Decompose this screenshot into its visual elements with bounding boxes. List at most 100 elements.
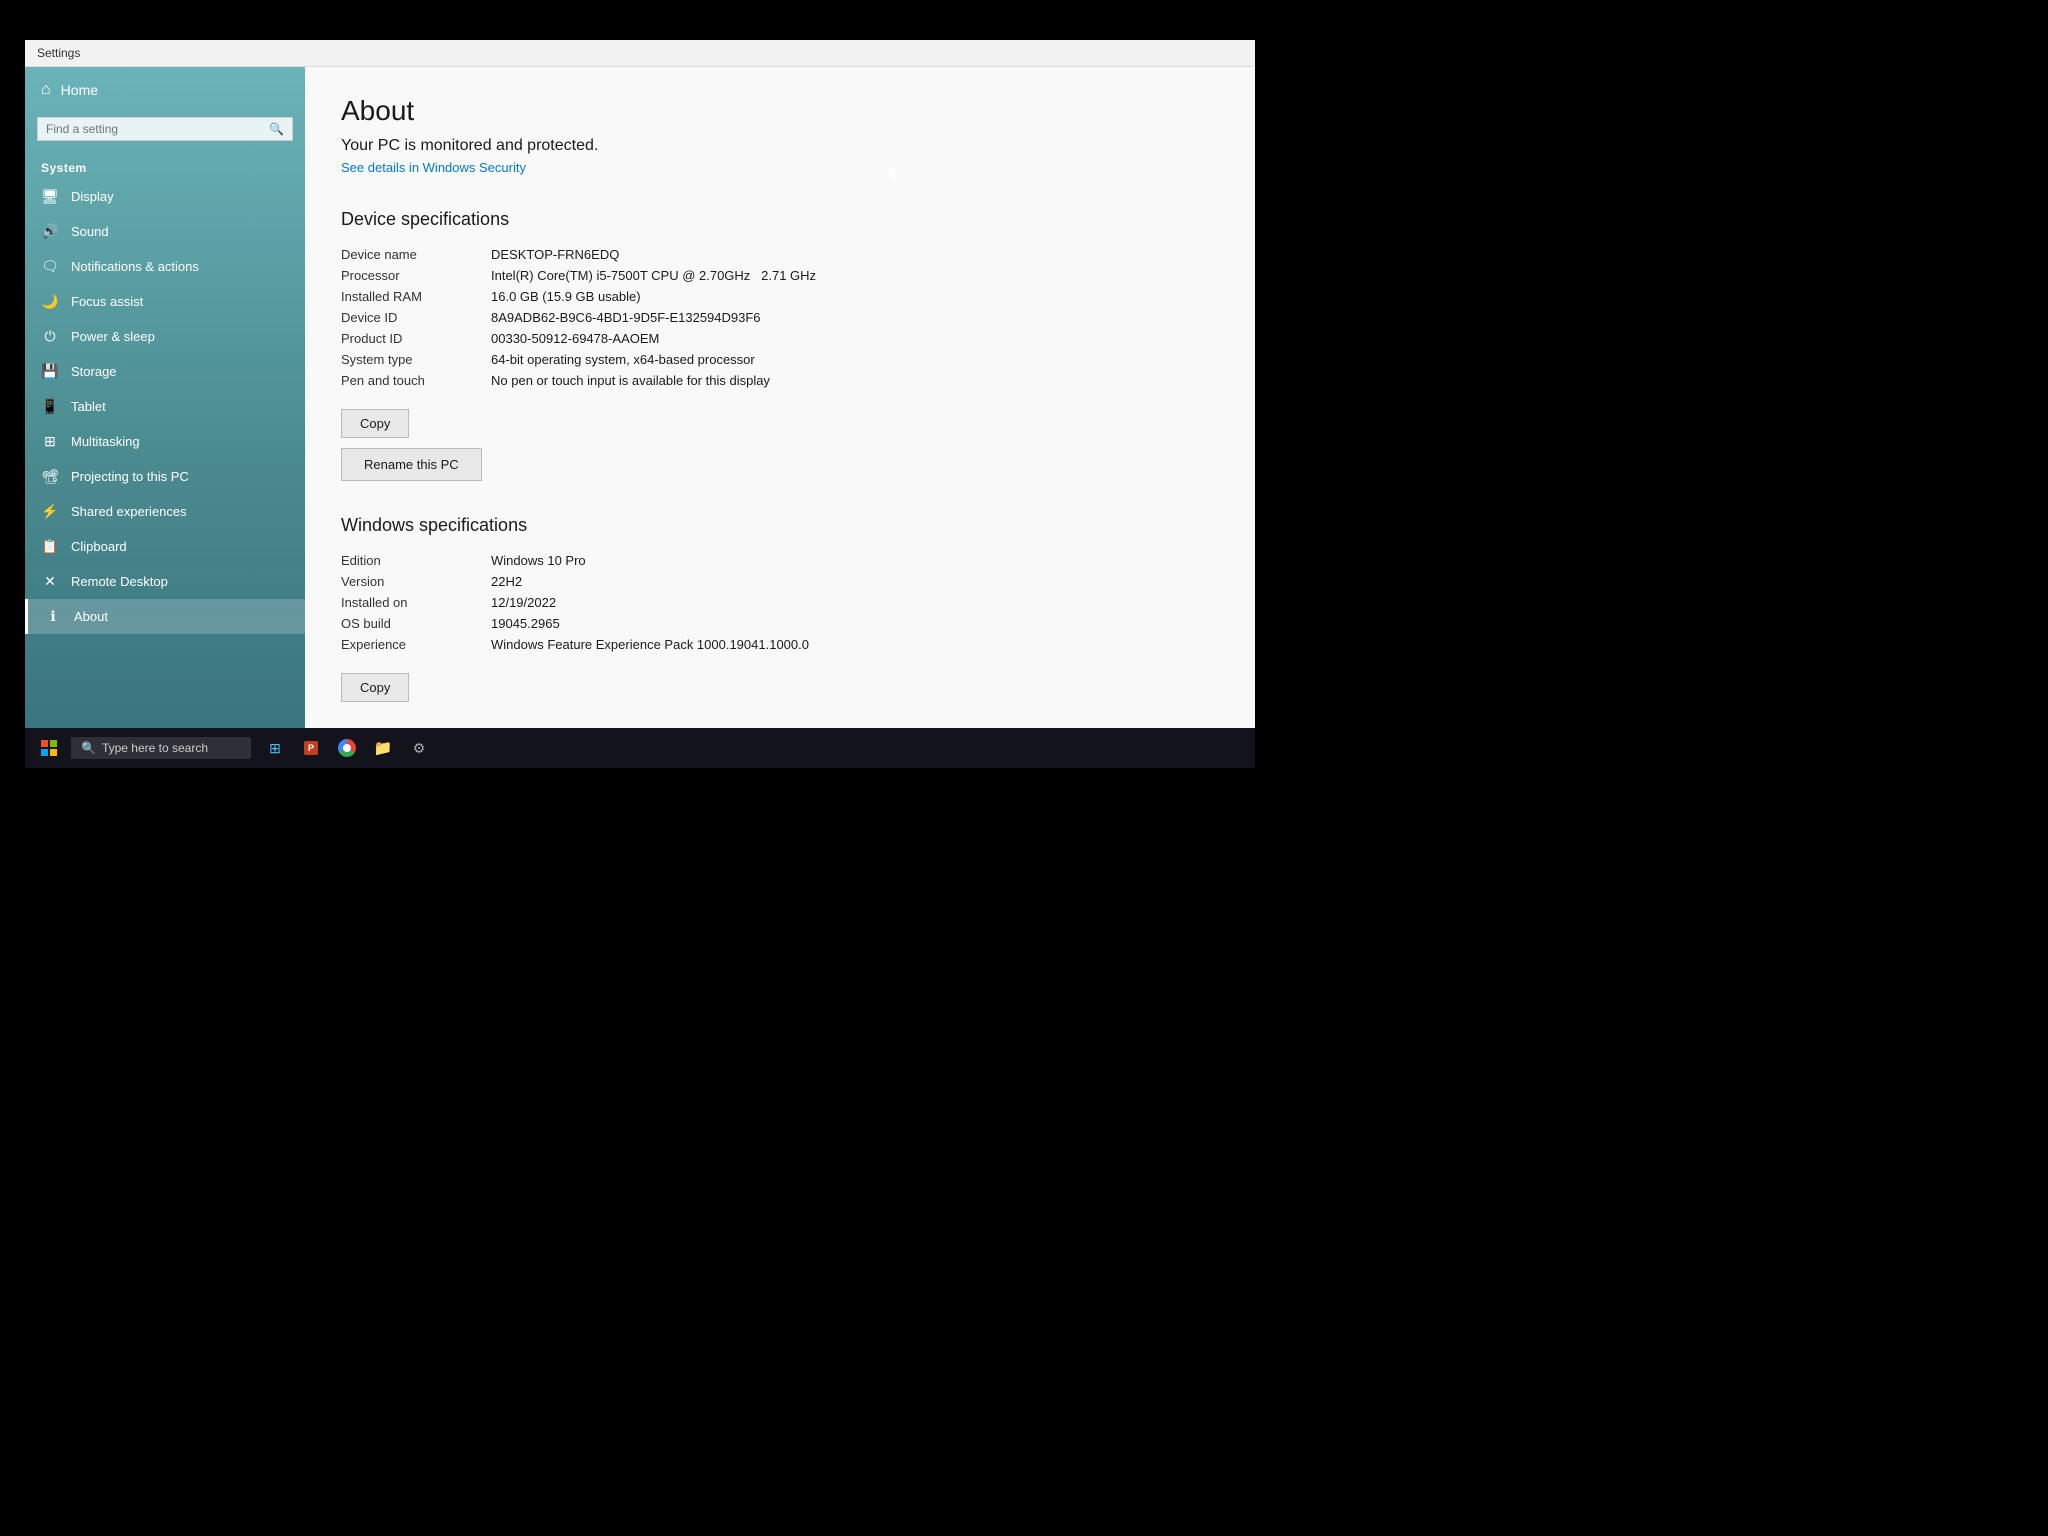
windows-specs-table: Edition Windows 10 Pro Version 22H2 Inst… [341, 550, 1219, 655]
spec-row-system-type: System type 64-bit operating system, x64… [341, 349, 1219, 370]
taskmgr-icon: ⊞ [269, 740, 281, 757]
taskbar-search-icon: 🔍 [81, 741, 96, 755]
spec-label: Experience [341, 637, 491, 652]
spec-value: 64-bit operating system, x64-based proce… [491, 352, 1219, 367]
sidebar-item-label: Display [71, 189, 114, 204]
title-bar: Settings [25, 40, 1255, 67]
sidebar-item-label: Tablet [71, 399, 106, 414]
security-link[interactable]: See details in Windows Security [341, 160, 526, 175]
copy-button-2[interactable]: Copy [341, 673, 409, 702]
spec-value: 12/19/2022 [491, 595, 1219, 610]
spec-label: Device name [341, 247, 491, 262]
taskbar-app-taskmgr[interactable]: ⊞ [259, 732, 291, 764]
device-specs-table: Device name DESKTOP-FRN6EDQ Processor In… [341, 244, 1219, 391]
sidebar-item-label: Sound [71, 224, 109, 239]
home-icon: ⌂ [41, 81, 51, 99]
taskbar-app-powerpoint[interactable]: P [295, 732, 327, 764]
powerpoint-icon: P [304, 741, 318, 755]
sidebar-item-label: Focus assist [71, 294, 143, 309]
protected-text: Your PC is monitored and protected. [341, 137, 1219, 155]
sidebar-item-label: Remote Desktop [71, 574, 168, 589]
sidebar-item-display[interactable]: 🖥 Display [25, 179, 305, 214]
sidebar-search-box[interactable]: 🔍 [37, 117, 293, 141]
title-bar-label: Settings [37, 46, 80, 60]
projecting-icon: 📽 [41, 468, 59, 485]
taskbar-search[interactable]: 🔍 Type here to search [71, 737, 251, 759]
sidebar: ⌂ Home 🔍 System 🖥 Display 🔊 Sound 🗨 N [25, 67, 305, 728]
spec-row-product-id: Product ID 00330-50912-69478-AAOEM [341, 328, 1219, 349]
sidebar-item-notifications[interactable]: 🗨 Notifications & actions [25, 249, 305, 284]
sidebar-item-label: Storage [71, 364, 117, 379]
start-button[interactable] [33, 732, 65, 764]
spec-label: OS build [341, 616, 491, 631]
remote-icon: ✕ [41, 573, 59, 590]
spec-value: 19045.2965 [491, 616, 1219, 631]
sidebar-item-storage[interactable]: 💾 Storage [25, 354, 305, 389]
sidebar-item-label: About [74, 609, 108, 624]
spec-label: System type [341, 352, 491, 367]
spec-label: Device ID [341, 310, 491, 325]
windows-specs-title: Windows specifications [341, 515, 1219, 536]
spec-label: Edition [341, 553, 491, 568]
spec-row-experience: Experience Windows Feature Experience Pa… [341, 634, 1219, 655]
search-input[interactable] [46, 122, 269, 136]
sidebar-item-tablet[interactable]: 📱 Tablet [25, 389, 305, 424]
spec-label: Product ID [341, 331, 491, 346]
main-content: About Your PC is monitored and protected… [305, 67, 1255, 728]
sidebar-item-sound[interactable]: 🔊 Sound [25, 214, 305, 249]
spec-label: Pen and touch [341, 373, 491, 388]
device-specs-title: Device specifications [341, 209, 1219, 230]
sidebar-item-clipboard[interactable]: 📋 Clipboard [25, 529, 305, 564]
sidebar-item-label: Power & sleep [71, 329, 155, 344]
copy-button-1[interactable]: Copy [341, 409, 409, 438]
spec-value: Windows 10 Pro [491, 553, 1219, 568]
page-title: About [341, 95, 1219, 127]
sidebar-home[interactable]: ⌂ Home [25, 67, 305, 113]
taskbar-app-explorer[interactable]: 📁 [367, 732, 399, 764]
spec-row-os-build: OS build 19045.2965 [341, 613, 1219, 634]
taskbar-app-chrome[interactable] [331, 732, 363, 764]
spec-row-edition: Edition Windows 10 Pro [341, 550, 1219, 571]
notifications-icon: 🗨 [41, 258, 59, 275]
about-icon: ℹ [44, 608, 62, 625]
chrome-icon [338, 739, 356, 757]
spec-row-device-name: Device name DESKTOP-FRN6EDQ [341, 244, 1219, 265]
sidebar-item-power[interactable]: ⏻ Power & sleep [25, 319, 305, 354]
sidebar-item-projecting[interactable]: 📽 Projecting to this PC [25, 459, 305, 494]
clipboard-icon: 📋 [41, 538, 59, 555]
spec-value: DESKTOP-FRN6EDQ [491, 247, 1219, 262]
settings-icon: ⚙ [413, 740, 426, 757]
spec-label: Processor [341, 268, 491, 283]
spec-value: 22H2 [491, 574, 1219, 589]
tablet-icon: 📱 [41, 398, 59, 415]
sidebar-item-focus[interactable]: 🌙 Focus assist [25, 284, 305, 319]
rename-button[interactable]: Rename this PC [341, 448, 482, 481]
sidebar-home-label: Home [61, 82, 98, 98]
windows-logo [41, 740, 57, 756]
taskbar-apps: ⊞ P 📁 ⚙ [259, 732, 435, 764]
sidebar-item-label: Notifications & actions [71, 259, 199, 274]
sidebar-item-shared[interactable]: ⚡ Shared experiences [25, 494, 305, 529]
sidebar-item-multitasking[interactable]: ⊞ Multitasking [25, 424, 305, 459]
sidebar-item-label: Clipboard [71, 539, 127, 554]
taskbar-search-text: Type here to search [102, 741, 208, 755]
sidebar-item-remote[interactable]: ✕ Remote Desktop [25, 564, 305, 599]
spec-value: Intel(R) Core(TM) i5-7500T CPU @ 2.70GHz… [491, 268, 1219, 283]
sidebar-section-system: System [25, 153, 305, 179]
spec-value: 16.0 GB (15.9 GB usable) [491, 289, 1219, 304]
spec-value: No pen or touch input is available for t… [491, 373, 1219, 388]
shared-icon: ⚡ [41, 503, 59, 520]
sidebar-item-label: Projecting to this PC [71, 469, 189, 484]
sidebar-item-about[interactable]: ℹ About [25, 599, 305, 634]
sidebar-item-label: Multitasking [71, 434, 140, 449]
spec-label: Version [341, 574, 491, 589]
taskbar-app-settings[interactable]: ⚙ [403, 732, 435, 764]
sound-icon: 🔊 [41, 223, 59, 240]
sidebar-item-label: Shared experiences [71, 504, 187, 519]
display-icon: 🖥 [41, 188, 59, 205]
explorer-icon: 📁 [374, 739, 393, 757]
power-icon: ⏻ [41, 328, 59, 345]
spec-label: Installed RAM [341, 289, 491, 304]
spec-row-processor: Processor Intel(R) Core(TM) i5-7500T CPU… [341, 265, 1219, 286]
spec-row-device-id: Device ID 8A9ADB62-B9C6-4BD1-9D5F-E13259… [341, 307, 1219, 328]
